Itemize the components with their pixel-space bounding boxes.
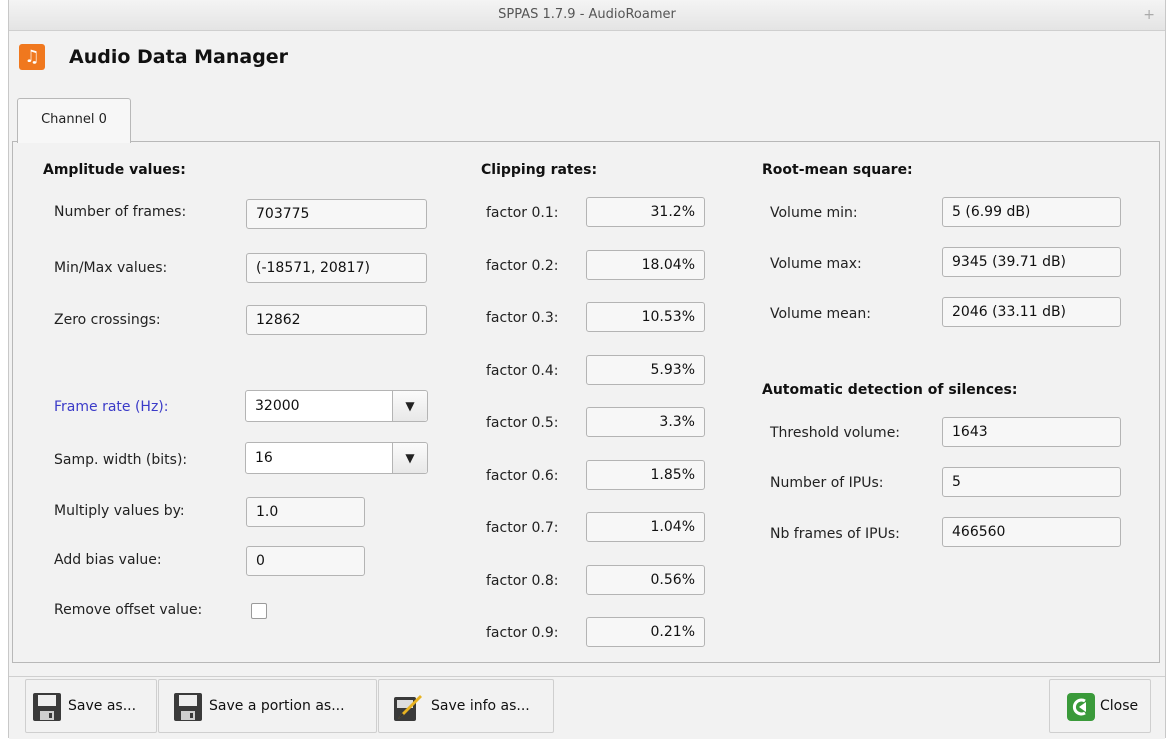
close-button[interactable]: Close (1049, 679, 1151, 733)
clipping-rate-field[interactable]: 0.21% (586, 617, 705, 647)
clipping-rate-field[interactable]: 1.04% (586, 512, 705, 542)
ipus-label: Number of IPUs: (770, 475, 884, 491)
save-as-button[interactable]: Save as... (25, 679, 157, 733)
bias-label: Add bias value: (54, 552, 162, 568)
channel-panel: Amplitude values: Number of frames: 7037… (12, 141, 1160, 663)
amplitude-heading: Amplitude values: (43, 162, 186, 178)
clipping-heading: Clipping rates: (481, 162, 598, 178)
window-title: SPPAS 1.7.9 - AudioRoamer (498, 7, 676, 22)
save-info-label: Save info as... (431, 698, 530, 714)
offset-label: Remove offset value: (54, 602, 203, 618)
frame-rate-select[interactable]: 32000 ▼ (245, 390, 428, 422)
clipping-factor-label: factor 0.5: (486, 415, 559, 431)
floppy-disk-icon (174, 693, 202, 721)
clipping-factor-label: factor 0.7: (486, 520, 559, 536)
volume-max-field[interactable]: 9345 (39.71 dB) (942, 247, 1121, 277)
clipping-rate-field[interactable]: 3.3% (586, 407, 705, 437)
samp-width-label: Samp. width (bits): (54, 452, 188, 468)
exit-icon (1067, 693, 1095, 721)
frames-field[interactable]: 703775 (246, 199, 427, 229)
nb-frames-ipus-field[interactable]: 466560 (942, 517, 1121, 547)
chevron-down-icon[interactable]: ▼ (392, 443, 427, 473)
multiply-field[interactable]: 1.0 (246, 497, 365, 527)
bottom-toolbar: Save as... Save a portion as... Save inf… (9, 676, 1165, 739)
clipping-factor-label: factor 0.8: (486, 573, 559, 589)
clipping-factor-label: factor 0.6: (486, 468, 559, 484)
volume-min-label: Volume min: (770, 205, 858, 221)
clipping-factor-label: factor 0.2: (486, 258, 559, 274)
music-note-icon: ♫ (19, 44, 45, 70)
volume-mean-field[interactable]: 2046 (33.11 dB) (942, 297, 1121, 327)
threshold-field[interactable]: 1643 (942, 417, 1121, 447)
zero-crossings-field[interactable]: 12862 (246, 305, 427, 335)
multiply-label: Multiply values by: (54, 503, 185, 519)
clipping-rate-field[interactable]: 0.56% (586, 565, 705, 595)
clipping-factor-label: factor 0.9: (486, 625, 559, 641)
save-info-button[interactable]: Save info as... (378, 679, 554, 733)
floppy-disk-icon (33, 693, 61, 721)
page-title: Audio Data Manager (69, 46, 289, 68)
save-as-label: Save as... (68, 698, 137, 714)
volume-min-field[interactable]: 5 (6.99 dB) (942, 197, 1121, 227)
tab-channel-0[interactable]: Channel 0 (17, 98, 131, 143)
zero-crossings-label: Zero crossings: (54, 312, 161, 328)
frame-rate-value: 32000 (255, 398, 300, 414)
ipus-field[interactable]: 5 (942, 467, 1121, 497)
edit-file-icon (394, 695, 422, 721)
frame-rate-label: Frame rate (Hz): (54, 399, 169, 415)
threshold-label: Threshold volume: (770, 425, 901, 441)
clipping-rate-field[interactable]: 31.2% (586, 197, 705, 227)
nb-frames-ipus-label: Nb frames of IPUs: (770, 526, 900, 542)
clipping-rate-field[interactable]: 5.93% (586, 355, 705, 385)
silences-heading: Automatic detection of silences: (762, 382, 1018, 398)
chevron-down-icon[interactable]: ▼ (392, 391, 427, 421)
frames-label: Number of frames: (54, 204, 187, 220)
clipping-factor-label: factor 0.1: (486, 205, 559, 221)
volume-max-label: Volume max: (770, 256, 862, 272)
clipping-factor-label: factor 0.3: (486, 310, 559, 326)
remove-offset-checkbox[interactable] (251, 603, 267, 619)
close-label: Close (1100, 698, 1139, 714)
save-portion-label: Save a portion as... (209, 698, 345, 714)
bias-field[interactable]: 0 (246, 546, 365, 576)
app-window: SPPAS 1.7.9 - AudioRoamer + ♫ Audio Data… (8, 0, 1166, 739)
samp-width-select[interactable]: 16 ▼ (245, 442, 428, 474)
clipping-rate-field[interactable]: 18.04% (586, 250, 705, 280)
clipping-rate-field[interactable]: 1.85% (586, 460, 705, 490)
samp-width-value: 16 (255, 450, 273, 466)
clipping-factor-label: factor 0.4: (486, 363, 559, 379)
clipping-rate-field[interactable]: 10.53% (586, 302, 705, 332)
minmax-label: Min/Max values: (54, 260, 168, 276)
pin-icon[interactable]: + (1143, 0, 1155, 30)
window-titlebar[interactable]: SPPAS 1.7.9 - AudioRoamer + (9, 0, 1165, 31)
rms-heading: Root-mean square: (762, 162, 913, 178)
save-portion-button[interactable]: Save a portion as... (158, 679, 377, 733)
minmax-field[interactable]: (-18571, 20817) (246, 253, 427, 283)
volume-mean-label: Volume mean: (770, 306, 871, 322)
